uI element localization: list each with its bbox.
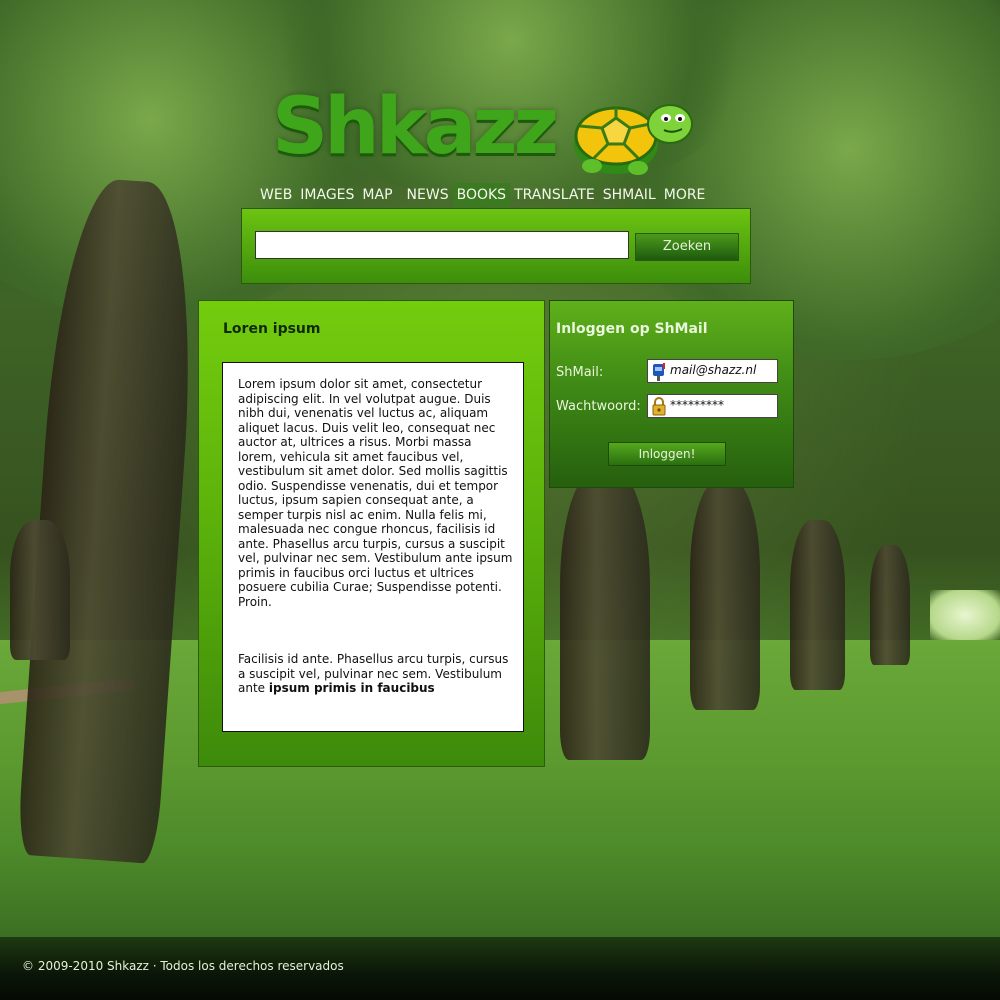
nav-item-books[interactable]: BOOKS: [452, 183, 511, 207]
login-panel: Inloggen op ShMail ShMail: mail@shazz.nl…: [549, 300, 794, 488]
content-title: Loren ipsum: [223, 321, 321, 337]
footer: © 2009-2010 Shkazz · Todos los derechos …: [0, 937, 1000, 1000]
padlock-icon: [652, 397, 666, 416]
search-panel: Zoeken: [241, 208, 751, 284]
nav-item-shmail[interactable]: SHMAIL: [599, 183, 660, 207]
password-field[interactable]: *********: [647, 394, 778, 418]
content-paragraph-2-bold: ipsum primis in faucibus: [268, 681, 435, 695]
content-paragraph-1: Lorem ipsum dolor sit amet, consectetur …: [238, 377, 513, 609]
content-text: Lorem ipsum dolor sit amet, consectetur …: [238, 377, 513, 696]
content-box: Lorem ipsum dolor sit amet, consectetur …: [222, 362, 524, 732]
logo-text: Shkazz: [272, 82, 559, 172]
nav-item-news[interactable]: NEWS: [403, 183, 453, 207]
password-label: Wachtwoord:: [556, 399, 641, 414]
password-value: *********: [670, 398, 724, 412]
main-nav: WEB IMAGES MAP NEWS BOOKS TRANSLATE SHMA…: [256, 183, 709, 207]
nav-item-translate[interactable]: TRANSLATE: [510, 183, 599, 207]
nav-item-more[interactable]: MORE: [660, 183, 710, 207]
mailbox-icon: [653, 363, 665, 381]
email-value: mail@shazz.nl: [670, 363, 757, 377]
content-panel: Loren ipsum Lorem ipsum dolor sit amet, …: [198, 300, 545, 767]
content-paragraph-2: Facilisis id ante. Phasellus arcu turpis…: [238, 652, 513, 696]
turtle-icon: [574, 104, 693, 175]
nav-item-images[interactable]: IMAGES: [296, 183, 358, 207]
login-title: Inloggen op ShMail: [556, 321, 708, 337]
email-field[interactable]: mail@shazz.nl: [647, 359, 778, 383]
nav-item-web[interactable]: WEB: [256, 183, 296, 207]
login-button[interactable]: Inloggen!: [608, 442, 726, 466]
footer-text: © 2009-2010 Shkazz · Todos los derechos …: [22, 959, 344, 973]
email-label: ShMail:: [556, 365, 604, 380]
search-input[interactable]: [255, 231, 629, 259]
search-button[interactable]: Zoeken: [635, 233, 739, 261]
nav-item-map[interactable]: MAP: [358, 183, 402, 207]
logo[interactable]: Shkazz: [272, 82, 559, 172]
